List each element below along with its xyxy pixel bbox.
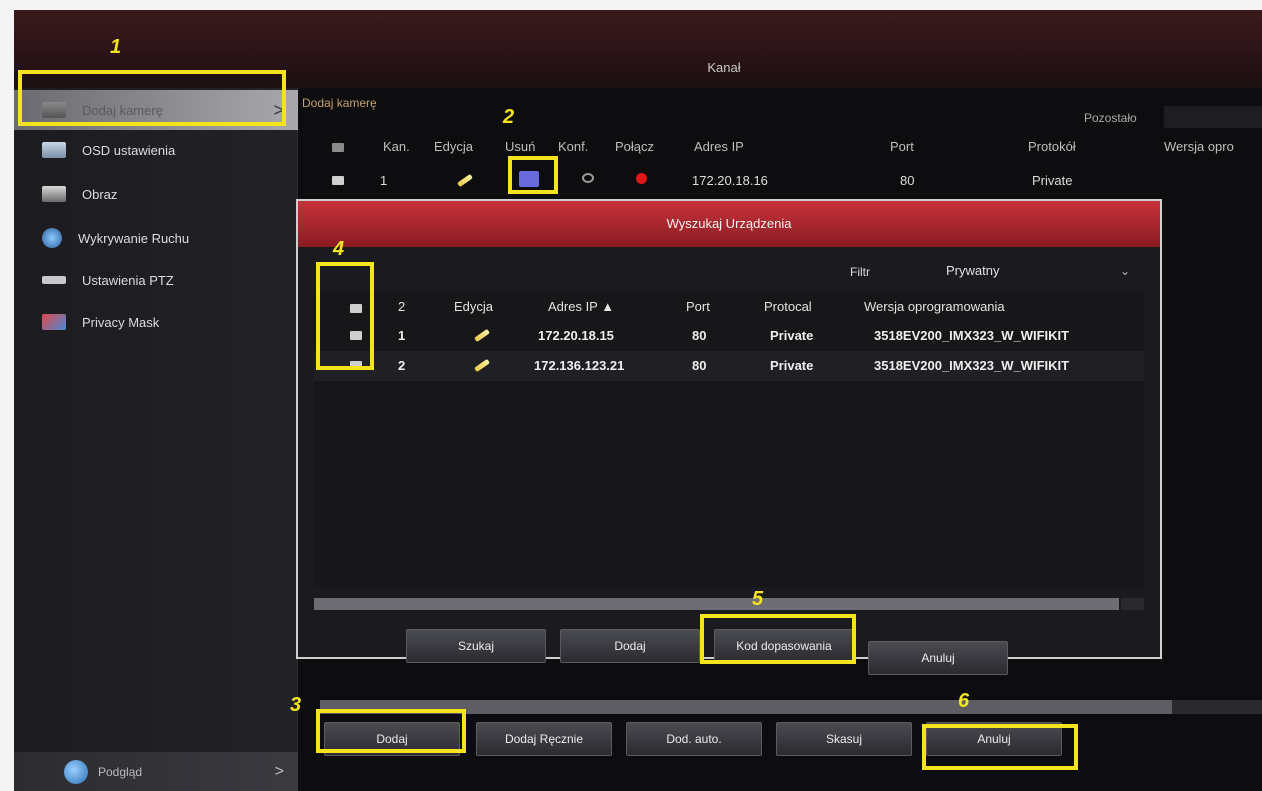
device-port: 80 <box>692 358 707 373</box>
config-icon[interactable] <box>582 173 594 183</box>
delete-button[interactable]: Skasuj <box>776 722 912 756</box>
scrollbar-track <box>1121 598 1144 610</box>
table-row[interactable]: 1 172.20.18.15 80 Private 3518EV200_IMX3… <box>314 321 1144 351</box>
column-header: Wersja oprogramowania <box>864 299 1005 314</box>
sidebar-item-label: OSD ustawienia <box>82 142 176 158</box>
remaining-label: Pozostało <box>1084 111 1137 125</box>
sidebar-item-privacy-mask[interactable]: Privacy Mask <box>14 302 298 342</box>
highlight-box <box>700 614 856 664</box>
filter-select[interactable]: Prywatny ⌄ <box>928 257 1144 285</box>
dialog-title: Wyszukaj Urządzenia <box>298 201 1160 247</box>
edit-icon[interactable] <box>457 173 473 188</box>
highlight-box <box>316 709 466 753</box>
sidebar-item-label: Obraz <box>82 186 118 202</box>
image-icon <box>42 186 66 202</box>
sidebar: Dodaj kamerę > OSD ustawienia Obraz Wykr… <box>14 88 298 791</box>
column-header: Adres IP <box>694 139 744 154</box>
chevron-down-icon: ⌄ <box>1119 264 1130 278</box>
annotation-number: 3 <box>290 694 302 716</box>
column-header: Konf. <box>558 139 589 154</box>
table-row[interactable]: 2 172.136.123.21 80 Private 3518EV200_IM… <box>314 351 1144 381</box>
row-number: 1 <box>398 328 406 343</box>
column-header: 2 <box>398 299 406 314</box>
horizontal-scrollbar[interactable] <box>314 598 1119 610</box>
column-header: Usuń <box>505 139 536 154</box>
camera-protocol: Private <box>1032 173 1073 188</box>
page-title: Dodaj kamerę <box>302 96 377 110</box>
search-devices-dialog: Wyszukaj Urządzenia Filtr Prywatny ⌄ 2 E… <box>296 199 1162 675</box>
row-checkbox[interactable] <box>332 176 344 185</box>
annotation-number: 5 <box>752 588 764 610</box>
select-all-checkbox[interactable] <box>332 143 344 152</box>
remaining-value <box>1164 106 1262 128</box>
sidebar-item-image[interactable]: Obraz <box>14 174 298 214</box>
search-button[interactable]: Szukaj <box>406 629 546 663</box>
column-header: Edycja <box>434 139 474 154</box>
camera-ip: 172.20.18.16 <box>692 173 768 188</box>
add-manual-button[interactable]: Dodaj Ręcznie <box>476 722 612 756</box>
preview-label: Podgląd <box>98 765 143 779</box>
preview-icon <box>64 760 88 784</box>
highlight-box <box>922 724 1078 770</box>
row-number: 2 <box>398 358 406 373</box>
highlight-box <box>18 70 286 126</box>
column-header: Protocal <box>764 299 812 314</box>
highlight-box <box>508 156 558 194</box>
column-header: Połącz <box>615 139 655 154</box>
column-header: Wersja opro <box>1164 139 1234 154</box>
device-port: 80 <box>692 328 707 343</box>
device-firmware: 3518EV200_IMX323_W_WIFIKIT <box>874 358 1070 373</box>
channel-number: 1 <box>380 173 388 188</box>
connection-status-icon <box>636 173 647 184</box>
annotation-number: 2 <box>503 106 515 128</box>
sidebar-item-ptz[interactable]: Ustawienia PTZ <box>14 260 298 300</box>
dialog-cancel-button[interactable]: Anuluj <box>868 641 1008 675</box>
preview-button[interactable]: Podgląd > <box>14 752 298 791</box>
osd-icon <box>42 142 66 158</box>
privacy-mask-icon <box>42 314 66 330</box>
sidebar-item-label: Privacy Mask <box>82 314 160 330</box>
device-protocol: Private <box>770 358 814 373</box>
column-header: Edycja <box>454 299 494 314</box>
filter-label: Filtr <box>850 265 870 279</box>
annotation-number: 4 <box>333 238 345 260</box>
device-firmware: 3518EV200_IMX323_W_WIFIKIT <box>874 328 1070 343</box>
sidebar-item-motion[interactable]: Wykrywanie Ruchu <box>14 218 298 258</box>
filter-value: Prywatny <box>946 263 1000 278</box>
annotation-number: 6 <box>958 690 970 712</box>
column-header: Kan. <box>383 139 410 154</box>
column-header: Port <box>686 299 710 314</box>
device-table: 2 Edycja Adres IP ▲ Port Protocal Wersja… <box>314 291 1144 587</box>
device-ip: 172.20.18.15 <box>538 328 614 343</box>
scrollbar-track <box>1172 700 1262 714</box>
dialog-add-button[interactable]: Dodaj <box>560 629 700 663</box>
ptz-icon <box>42 276 66 284</box>
edit-icon[interactable] <box>474 358 490 373</box>
device-protocol: Private <box>770 328 814 343</box>
motion-icon <box>42 228 62 248</box>
device-ip: 172.136.123.21 <box>534 358 625 373</box>
column-header: Port <box>890 139 914 154</box>
camera-port: 80 <box>900 173 915 188</box>
nvr-screen: Kanał Dodaj kamerę > OSD ustawienia Obra… <box>14 10 1262 791</box>
chevron-right-icon: > <box>274 763 284 780</box>
annotation-number: 1 <box>110 36 122 58</box>
highlight-box <box>316 262 374 370</box>
add-auto-button[interactable]: Dod. auto. <box>626 722 762 756</box>
sidebar-item-label: Wykrywanie Ruchu <box>78 230 190 246</box>
sidebar-item-label: Ustawienia PTZ <box>82 272 174 288</box>
column-header: Protokół <box>1028 139 1076 154</box>
sidebar-item-osd[interactable]: OSD ustawienia <box>14 130 298 170</box>
column-header[interactable]: Adres IP ▲ <box>548 299 614 314</box>
edit-icon[interactable] <box>474 328 490 343</box>
